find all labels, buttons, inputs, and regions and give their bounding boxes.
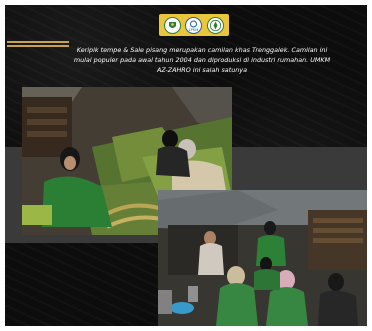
crest-logo-icon: [164, 16, 182, 34]
lpkm-logo-icon: LPKM: [185, 16, 203, 34]
logo-bar: LPKM: [159, 14, 229, 36]
lpkm-logo-text: LPKM: [189, 28, 199, 32]
caption-text: Keripik tempe & Sale pisang merupakan ca…: [73, 46, 331, 74]
poster: LPKM Keripik tempe & Sale pisang merupak…: [5, 5, 367, 326]
university-seal-icon: [206, 16, 224, 34]
decorative-stripes: [7, 41, 69, 51]
photo-group-at-production-site: [158, 190, 367, 326]
